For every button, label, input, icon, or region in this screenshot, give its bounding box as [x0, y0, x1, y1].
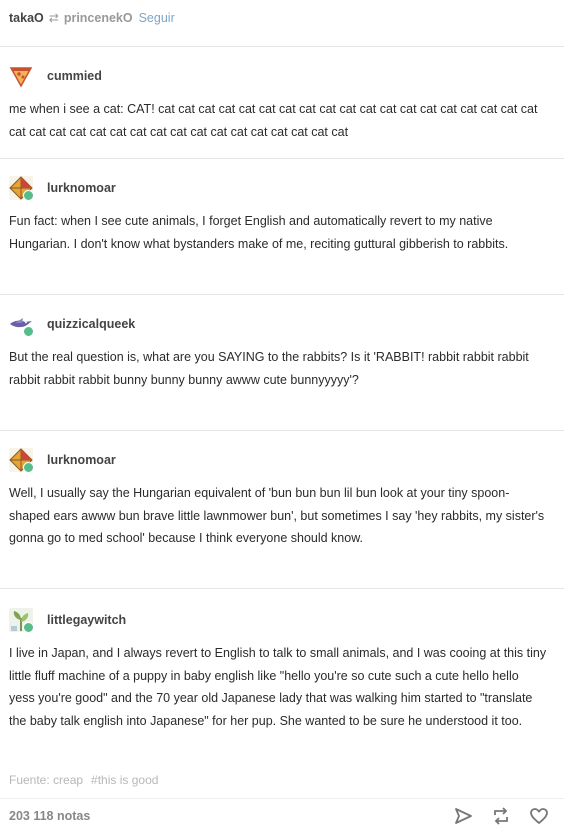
source-link[interactable]: Fuente: creap — [9, 773, 83, 787]
reblog-entry: lurknomoar Well, I usually say the Hunga… — [0, 430, 564, 588]
post-header: takaO ⇄ princenekO Seguir — [9, 8, 175, 28]
entry-head: cummied — [9, 63, 102, 89]
notes-count[interactable]: 203 118 notas — [9, 809, 90, 823]
pizza-slice-icon[interactable] — [9, 64, 33, 88]
reblog-icon[interactable] — [490, 805, 512, 827]
entry-username[interactable]: quizzicalqueek — [47, 317, 135, 331]
source-and-tags: Fuente: creap #this is good — [9, 773, 158, 787]
reblog-entry: quizzicalqueek But the real question is,… — [0, 294, 564, 430]
reblog-icon: ⇄ — [48, 11, 59, 25]
follow-button[interactable]: Seguir — [139, 11, 175, 25]
entry-text: I live in Japan, and I always revert to … — [9, 646, 547, 728]
reblogger-username[interactable]: takaO — [9, 11, 44, 25]
entry-text: Well, I usually say the Hungarian equiva… — [9, 486, 545, 545]
plant-icon[interactable] — [9, 608, 33, 632]
kite-icon[interactable] — [9, 448, 33, 472]
reblog-entry: littlegaywitch I live in Japan, and I al… — [0, 588, 564, 768]
entry-head: lurknomoar — [9, 175, 116, 201]
entry-text: me when i see a cat: CAT! cat cat cat ca… — [9, 102, 538, 139]
post-actions — [436, 805, 550, 827]
entry-head: quizzicalqueek — [9, 311, 135, 337]
follow-badge-icon — [23, 326, 33, 336]
entry-username[interactable]: cummied — [47, 69, 102, 83]
reblog-entry: lurknomoar Fun fact: when I see cute ani… — [0, 158, 564, 294]
source-username[interactable]: princenekO — [64, 11, 133, 25]
entry-text: Fun fact: when I see cute animals, I for… — [9, 214, 509, 251]
entry-head: littlegaywitch — [9, 607, 126, 633]
kite-icon[interactable] — [9, 176, 33, 200]
follow-badge-icon — [23, 462, 33, 472]
entry-head: lurknomoar — [9, 447, 116, 473]
follow-badge-icon — [23, 190, 33, 200]
follow-badge-icon — [23, 622, 33, 632]
heart-icon[interactable] — [528, 805, 550, 827]
bird-icon[interactable] — [9, 312, 33, 336]
tag-link[interactable]: #this is good — [91, 773, 158, 787]
share-icon[interactable] — [452, 805, 474, 827]
entry-username[interactable]: lurknomoar — [47, 181, 116, 195]
entry-username[interactable]: lurknomoar — [47, 453, 116, 467]
post-footer: 203 118 notas — [0, 798, 564, 833]
reblog-entry: cummied me when i see a cat: CAT! cat ca… — [0, 46, 564, 158]
entry-text: But the real question is, what are you S… — [9, 350, 529, 387]
entry-username[interactable]: littlegaywitch — [47, 613, 126, 627]
